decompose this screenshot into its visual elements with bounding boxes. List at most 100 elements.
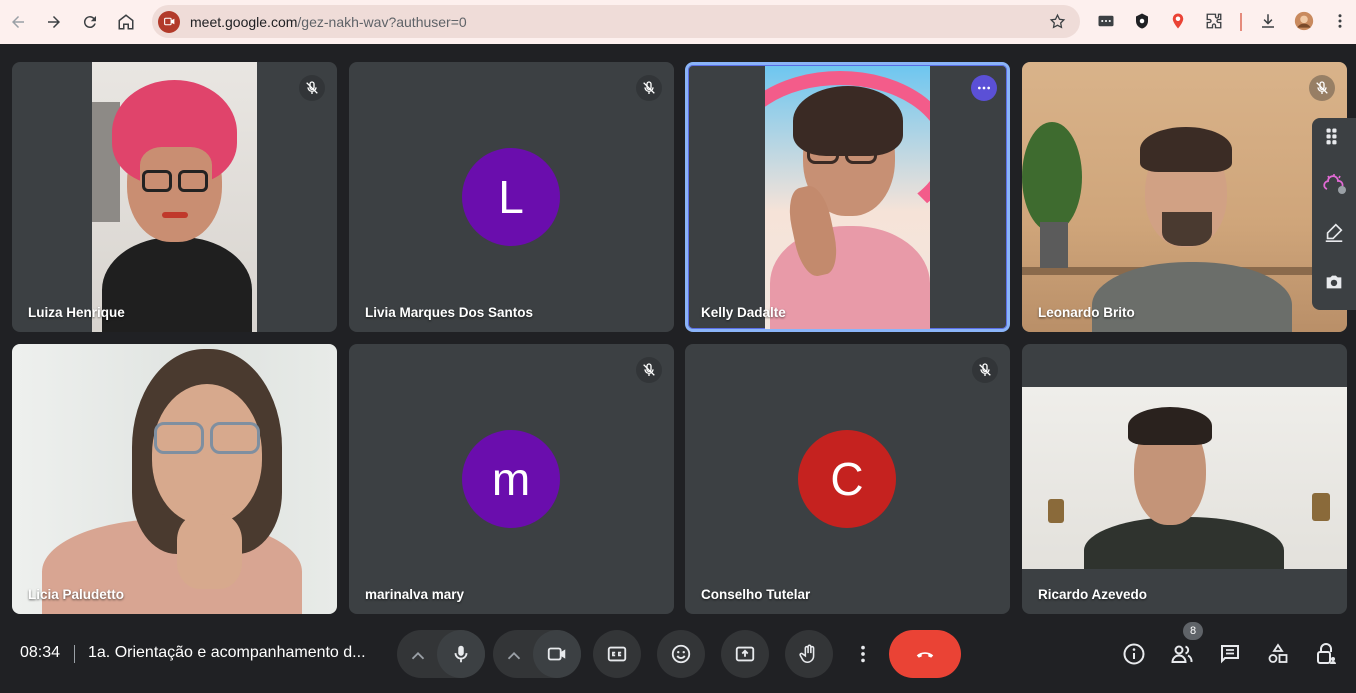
audio-options-caret-icon[interactable]	[407, 645, 429, 667]
participant-name: Leonardo Brito	[1038, 305, 1135, 320]
lock-person-icon	[1317, 643, 1336, 664]
mic-off-icon	[979, 363, 991, 376]
extension-pin-icon[interactable]	[1168, 11, 1188, 31]
apps-grid-button[interactable]	[1322, 124, 1346, 148]
extensions-puzzle-icon[interactable]	[1204, 11, 1224, 31]
url-text: meet.google.com/gez-nakh-wav?authuser=0	[190, 13, 467, 30]
activities-shapes-icon	[1268, 643, 1288, 663]
participant-video	[1022, 387, 1347, 569]
mic-off-indicator	[636, 357, 662, 383]
mic-off-indicator	[1309, 75, 1335, 101]
video-options-caret-icon[interactable]	[503, 645, 525, 667]
mic-off-indicator	[636, 75, 662, 101]
mic-off-icon	[643, 81, 655, 94]
reload-icon	[83, 16, 96, 29]
video-control-group	[493, 630, 581, 678]
meeting-title: 1a. Orientação e acompanhamento d...	[88, 644, 366, 661]
browser-menu-icon[interactable]	[1330, 11, 1350, 31]
participant-video	[1022, 62, 1347, 332]
extension-passwords-icon[interactable]	[1096, 11, 1116, 31]
raise-hand-button[interactable]	[785, 630, 833, 678]
effects-button[interactable]	[1322, 172, 1346, 196]
more-options-button[interactable]	[849, 630, 877, 678]
mic-off-icon	[643, 363, 655, 376]
microphone-icon	[454, 645, 468, 663]
participant-tile[interactable]: Luiza Henrique	[12, 62, 337, 332]
audio-control-group	[397, 630, 485, 678]
participant-avatar: L	[462, 148, 560, 246]
more-horizontal-icon	[978, 86, 990, 90]
participant-name: marinalva mary	[365, 587, 465, 602]
participant-name: Livia Marques Dos Santos	[365, 305, 534, 320]
forward-button[interactable]	[36, 4, 72, 40]
people-icon	[1171, 645, 1193, 663]
home-icon	[118, 14, 134, 30]
meeting-details-button[interactable]	[1121, 641, 1147, 667]
home-button[interactable]	[108, 4, 144, 40]
participant-video	[12, 344, 337, 614]
people-button[interactable]	[1169, 641, 1195, 667]
participant-tile[interactable]: Leonardo Brito	[1022, 62, 1347, 332]
address-bar[interactable]: meet.google.com/gez-nakh-wav?authuser=0	[152, 5, 1080, 38]
raise-hand-icon	[799, 644, 815, 664]
mic-off-icon	[1316, 81, 1328, 94]
present-screen-button[interactable]	[721, 630, 769, 678]
activities-button[interactable]	[1265, 641, 1291, 667]
chat-button[interactable]	[1217, 641, 1243, 667]
closed-captions-icon	[607, 646, 627, 662]
mic-off-indicator	[299, 75, 325, 101]
weather-effects-icon	[1323, 174, 1346, 194]
participant-name: Kelly Dadalte	[701, 305, 786, 320]
emoji-icon	[671, 644, 691, 664]
present-screen-icon	[735, 646, 755, 662]
mic-off-indicator	[972, 357, 998, 383]
meeting-clock: 08:34	[20, 644, 61, 661]
participant-count-badge: 8	[1183, 622, 1203, 640]
browser-toolbar: meet.google.com/gez-nakh-wav?authuser=0	[0, 0, 1356, 44]
participant-name: Conselho Tutelar	[701, 587, 811, 602]
bottom-bar-divider	[74, 645, 75, 663]
apps-grid-icon	[1326, 128, 1337, 145]
side-tools-rail	[1312, 118, 1356, 310]
participant-tile[interactable]: L Livia Marques Dos Santos	[349, 62, 674, 332]
captions-button[interactable]	[593, 630, 641, 678]
host-controls-button[interactable]	[1313, 641, 1339, 667]
participant-avatar: m	[462, 430, 560, 528]
info-icon	[1123, 643, 1145, 665]
camera-icon	[1326, 275, 1342, 289]
toolbar-divider	[1240, 13, 1242, 31]
microphone-button[interactable]	[437, 630, 485, 678]
participant-tile[interactable]: C Conselho Tutelar	[685, 344, 1010, 614]
arrow-right-icon	[48, 16, 60, 28]
extension-shield-icon[interactable]	[1132, 11, 1152, 31]
annotate-button[interactable]	[1322, 220, 1346, 244]
profile-avatar[interactable]	[1294, 11, 1314, 31]
video-camera-icon	[547, 647, 566, 661]
camera-button[interactable]	[533, 630, 581, 678]
chat-icon	[1221, 645, 1239, 664]
participant-avatar: C	[798, 430, 896, 528]
participant-tile[interactable]: m marinalva mary	[349, 344, 674, 614]
snapshot-button[interactable]	[1322, 270, 1346, 294]
participant-tile-active[interactable]: Kelly Dadalte	[685, 62, 1010, 332]
reactions-button[interactable]	[657, 630, 705, 678]
participant-tile[interactable]: Ricardo Azevedo	[1022, 344, 1347, 614]
back-button[interactable]	[0, 4, 36, 40]
arrow-left-icon	[12, 16, 24, 28]
reload-button[interactable]	[72, 4, 108, 40]
participant-name: Luiza Henrique	[28, 305, 125, 320]
participant-tile[interactable]: Licia Paludetto	[12, 344, 337, 614]
hang-up-icon	[916, 652, 934, 658]
bookmark-star-icon[interactable]	[1049, 13, 1066, 30]
leave-call-button[interactable]	[889, 630, 961, 678]
more-options-button[interactable]	[971, 75, 997, 101]
participant-video	[765, 66, 930, 329]
participant-name: Licia Paludetto	[28, 587, 125, 602]
participant-name: Ricardo Azevedo	[1038, 587, 1148, 602]
participant-video	[92, 62, 257, 332]
download-icon[interactable]	[1258, 11, 1278, 31]
site-info-icon[interactable]	[158, 10, 180, 33]
highlighter-icon	[1325, 223, 1343, 242]
mic-off-icon	[306, 81, 318, 94]
more-vertical-icon	[861, 645, 865, 663]
